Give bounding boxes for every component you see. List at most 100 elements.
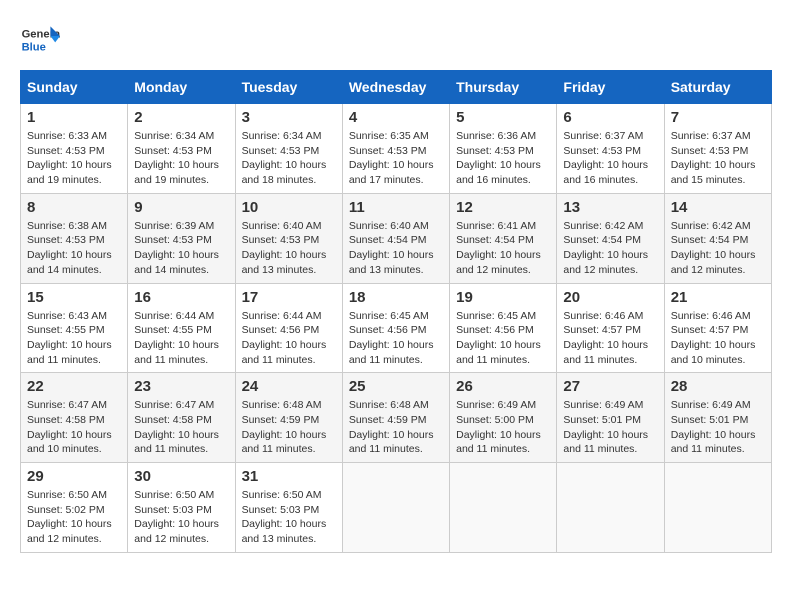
week-row-3: 15 Sunrise: 6:43 AM Sunset: 4:55 PM Dayli… bbox=[21, 283, 772, 373]
day-info: Sunrise: 6:43 AM Sunset: 4:55 PM Dayligh… bbox=[27, 309, 121, 368]
day-info: Sunrise: 6:47 AM Sunset: 4:58 PM Dayligh… bbox=[27, 398, 121, 457]
day-cell-31: 31 Sunrise: 6:50 AM Sunset: 5:03 PM Dayli… bbox=[235, 463, 342, 553]
logo: General Blue bbox=[20, 20, 60, 60]
day-info: Sunrise: 6:36 AM Sunset: 4:53 PM Dayligh… bbox=[456, 129, 550, 188]
day-cell-9: 9 Sunrise: 6:39 AM Sunset: 4:53 PM Daylig… bbox=[128, 193, 235, 283]
day-cell-21: 21Sunrise: 6:46 AM Sunset: 4:57 PM Dayli… bbox=[664, 283, 771, 373]
day-number: 30 bbox=[134, 468, 228, 485]
svg-text:Blue: Blue bbox=[22, 41, 46, 53]
weekday-header-friday: Friday bbox=[557, 71, 664, 104]
day-info: Sunrise: 6:41 AM Sunset: 4:54 PM Dayligh… bbox=[456, 219, 550, 278]
day-number: 31 bbox=[242, 468, 336, 485]
day-info: Sunrise: 6:40 AM Sunset: 4:54 PM Dayligh… bbox=[349, 219, 443, 278]
weekday-header-sunday: Sunday bbox=[21, 71, 128, 104]
day-cell-5: 5 Sunrise: 6:36 AM Sunset: 4:53 PM Daylig… bbox=[450, 104, 557, 194]
day-info: Sunrise: 6:34 AM Sunset: 4:53 PM Dayligh… bbox=[242, 129, 336, 188]
day-number: 6 bbox=[563, 109, 657, 126]
week-row-2: 8 Sunrise: 6:38 AM Sunset: 4:53 PM Daylig… bbox=[21, 193, 772, 283]
day-info: Sunrise: 6:34 AM Sunset: 4:53 PM Dayligh… bbox=[134, 129, 228, 188]
day-info: Sunrise: 6:42 AM Sunset: 4:54 PM Dayligh… bbox=[563, 219, 657, 278]
day-number: 7 bbox=[671, 109, 765, 126]
day-number: 25 bbox=[349, 378, 443, 395]
day-number: 3 bbox=[242, 109, 336, 126]
day-cell-26: 26Sunrise: 6:49 AM Sunset: 5:00 PM Dayli… bbox=[450, 373, 557, 463]
day-info: Sunrise: 6:50 AM Sunset: 5:02 PM Dayligh… bbox=[27, 488, 121, 547]
day-cell-19: 19 Sunrise: 6:45 AM Sunset: 4:56 PM Dayli… bbox=[450, 283, 557, 373]
day-cell-8: 8 Sunrise: 6:38 AM Sunset: 4:53 PM Daylig… bbox=[21, 193, 128, 283]
calendar-table: SundayMondayTuesdayWednesdayThursdayFrid… bbox=[20, 70, 772, 553]
day-cell-30: 30 Sunrise: 6:50 AM Sunset: 5:03 PM Dayli… bbox=[128, 463, 235, 553]
day-info: Sunrise: 6:42 AM Sunset: 4:54 PM Dayligh… bbox=[671, 219, 765, 278]
day-info: Sunrise: 6:48 AM Sunset: 4:59 PM Dayligh… bbox=[242, 398, 336, 457]
day-cell-3: 3 Sunrise: 6:34 AM Sunset: 4:53 PM Daylig… bbox=[235, 104, 342, 194]
day-cell-2: 2 Sunrise: 6:34 AM Sunset: 4:53 PM Daylig… bbox=[128, 104, 235, 194]
day-info: Sunrise: 6:49 AM Sunset: 5:01 PM Dayligh… bbox=[563, 398, 657, 457]
day-number: 14 bbox=[671, 199, 765, 216]
weekday-header-monday: Monday bbox=[128, 71, 235, 104]
day-number: 18 bbox=[349, 289, 443, 306]
day-cell-23: 23 Sunrise: 6:47 AM Sunset: 4:58 PM Dayli… bbox=[128, 373, 235, 463]
day-number: 5 bbox=[456, 109, 550, 126]
day-number: 24 bbox=[242, 378, 336, 395]
day-cell-28: 28 Sunrise: 6:49 AM Sunset: 5:01 PM Dayli… bbox=[664, 373, 771, 463]
day-info: Sunrise: 6:35 AM Sunset: 4:53 PM Dayligh… bbox=[349, 129, 443, 188]
day-info: Sunrise: 6:49 AM Sunset: 5:01 PM Dayligh… bbox=[671, 398, 765, 457]
day-number: 22 bbox=[27, 378, 121, 395]
day-number: 12 bbox=[456, 199, 550, 216]
empty-cell bbox=[664, 463, 771, 553]
week-row-4: 22 Sunrise: 6:47 AM Sunset: 4:58 PM Dayli… bbox=[21, 373, 772, 463]
day-number: 8 bbox=[27, 199, 121, 216]
day-info: Sunrise: 6:38 AM Sunset: 4:53 PM Dayligh… bbox=[27, 219, 121, 278]
day-cell-10: 10Sunrise: 6:40 AM Sunset: 4:53 PM Dayli… bbox=[235, 193, 342, 283]
day-cell-13: 13 Sunrise: 6:42 AM Sunset: 4:54 PM Dayli… bbox=[557, 193, 664, 283]
weekday-header-thursday: Thursday bbox=[450, 71, 557, 104]
day-cell-1: 1Sunrise: 6:33 AM Sunset: 4:53 PM Daylig… bbox=[21, 104, 128, 194]
day-cell-6: 6 Sunrise: 6:37 AM Sunset: 4:53 PM Daylig… bbox=[557, 104, 664, 194]
day-number: 2 bbox=[134, 109, 228, 126]
day-cell-22: 22 Sunrise: 6:47 AM Sunset: 4:58 PM Dayli… bbox=[21, 373, 128, 463]
day-number: 17 bbox=[242, 289, 336, 306]
day-info: Sunrise: 6:50 AM Sunset: 5:03 PM Dayligh… bbox=[242, 488, 336, 547]
week-row-1: 1Sunrise: 6:33 AM Sunset: 4:53 PM Daylig… bbox=[21, 104, 772, 194]
page-header: General Blue bbox=[20, 20, 772, 60]
weekday-header-saturday: Saturday bbox=[664, 71, 771, 104]
day-info: Sunrise: 6:44 AM Sunset: 4:55 PM Dayligh… bbox=[134, 309, 228, 368]
day-info: Sunrise: 6:47 AM Sunset: 4:58 PM Dayligh… bbox=[134, 398, 228, 457]
day-number: 29 bbox=[27, 468, 121, 485]
day-cell-14: 14 Sunrise: 6:42 AM Sunset: 4:54 PM Dayli… bbox=[664, 193, 771, 283]
day-number: 4 bbox=[349, 109, 443, 126]
day-info: Sunrise: 6:39 AM Sunset: 4:53 PM Dayligh… bbox=[134, 219, 228, 278]
day-info: Sunrise: 6:46 AM Sunset: 4:57 PM Dayligh… bbox=[671, 309, 765, 368]
day-cell-16: 16 Sunrise: 6:44 AM Sunset: 4:55 PM Dayli… bbox=[128, 283, 235, 373]
day-number: 19 bbox=[456, 289, 550, 306]
week-row-5: 29 Sunrise: 6:50 AM Sunset: 5:02 PM Dayli… bbox=[21, 463, 772, 553]
weekday-header-wednesday: Wednesday bbox=[342, 71, 449, 104]
day-info: Sunrise: 6:45 AM Sunset: 4:56 PM Dayligh… bbox=[456, 309, 550, 368]
day-cell-4: 4 Sunrise: 6:35 AM Sunset: 4:53 PM Daylig… bbox=[342, 104, 449, 194]
day-cell-24: 24 Sunrise: 6:48 AM Sunset: 4:59 PM Dayli… bbox=[235, 373, 342, 463]
day-number: 9 bbox=[134, 199, 228, 216]
weekday-header-row: SundayMondayTuesdayWednesdayThursdayFrid… bbox=[21, 71, 772, 104]
empty-cell bbox=[342, 463, 449, 553]
day-cell-7: 7 Sunrise: 6:37 AM Sunset: 4:53 PM Daylig… bbox=[664, 104, 771, 194]
day-info: Sunrise: 6:44 AM Sunset: 4:56 PM Dayligh… bbox=[242, 309, 336, 368]
day-info: Sunrise: 6:37 AM Sunset: 4:53 PM Dayligh… bbox=[671, 129, 765, 188]
day-number: 15 bbox=[27, 289, 121, 306]
day-number: 28 bbox=[671, 378, 765, 395]
day-number: 16 bbox=[134, 289, 228, 306]
day-info: Sunrise: 6:48 AM Sunset: 4:59 PM Dayligh… bbox=[349, 398, 443, 457]
day-cell-27: 27Sunrise: 6:49 AM Sunset: 5:01 PM Dayli… bbox=[557, 373, 664, 463]
day-cell-17: 17 Sunrise: 6:44 AM Sunset: 4:56 PM Dayli… bbox=[235, 283, 342, 373]
weekday-header-tuesday: Tuesday bbox=[235, 71, 342, 104]
day-number: 23 bbox=[134, 378, 228, 395]
day-number: 20 bbox=[563, 289, 657, 306]
day-info: Sunrise: 6:37 AM Sunset: 4:53 PM Dayligh… bbox=[563, 129, 657, 188]
day-number: 13 bbox=[563, 199, 657, 216]
day-cell-25: 25 Sunrise: 6:48 AM Sunset: 4:59 PM Dayli… bbox=[342, 373, 449, 463]
day-number: 26 bbox=[456, 378, 550, 395]
day-info: Sunrise: 6:50 AM Sunset: 5:03 PM Dayligh… bbox=[134, 488, 228, 547]
day-number: 1 bbox=[27, 109, 121, 126]
day-cell-18: 18Sunrise: 6:45 AM Sunset: 4:56 PM Dayli… bbox=[342, 283, 449, 373]
empty-cell bbox=[557, 463, 664, 553]
day-number: 10 bbox=[242, 199, 336, 216]
